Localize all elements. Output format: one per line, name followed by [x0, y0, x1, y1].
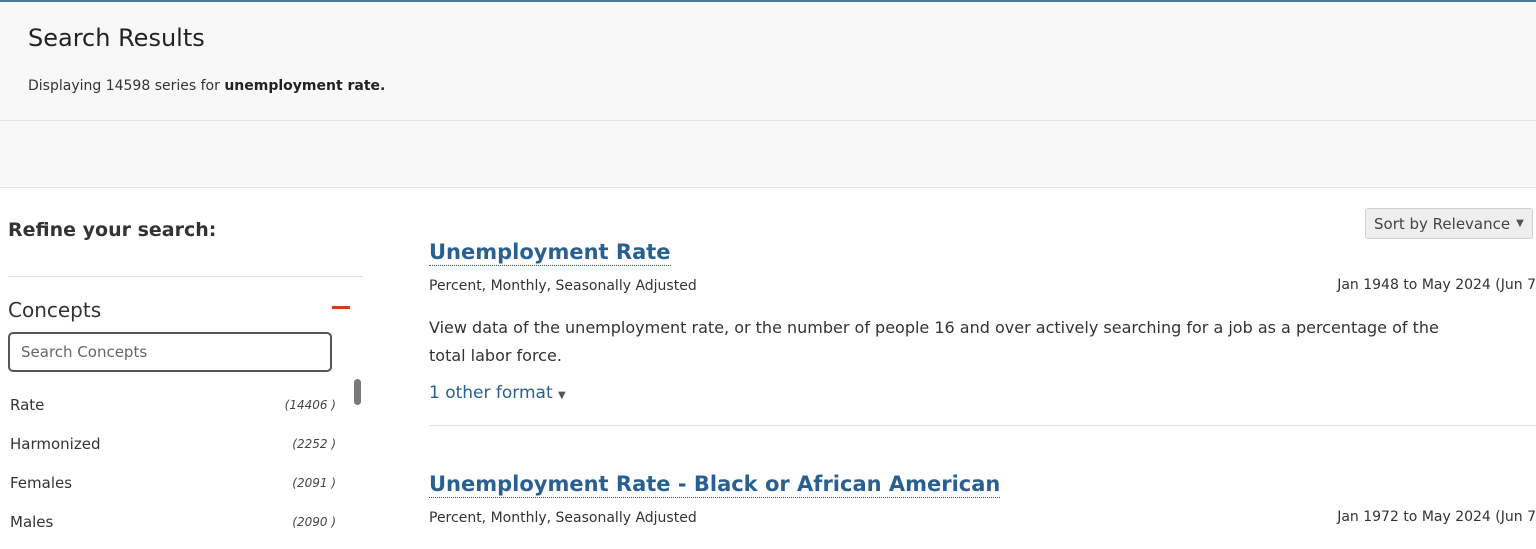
page-title: Search Results: [28, 24, 205, 52]
result-title-link[interactable]: Unemployment Rate - Black or African Ame…: [429, 472, 1001, 498]
refine-heading: Refine your search:: [8, 219, 217, 241]
results-summary: Displaying 14598 series for unemployment…: [28, 78, 385, 94]
concept-label: Rate: [10, 396, 45, 414]
concepts-title: Concepts: [8, 298, 102, 322]
caret-down-icon: ▼: [558, 390, 566, 401]
caret-down-icon: ▼: [1516, 218, 1524, 229]
search-header-band: Search Results Displaying 14598 series f…: [0, 0, 1536, 188]
concept-count: (2252 ): [292, 437, 336, 451]
search-concepts-input[interactable]: [8, 332, 332, 372]
result-title-link[interactable]: Unemployment Rate: [429, 240, 671, 266]
concept-list-scrollbar[interactable]: [354, 379, 361, 405]
other-formats-label: 1 other format: [429, 383, 553, 403]
concept-label: Males: [10, 513, 54, 531]
search-result: Unemployment Rate Percent, Monthly, Seas…: [429, 240, 1536, 430]
header-bottom-border: [0, 187, 1536, 188]
sort-dropdown[interactable]: Sort by Relevance ▼: [1365, 208, 1533, 239]
concept-label: Harmonized: [10, 435, 101, 453]
result-divider: [429, 425, 1536, 426]
concept-item-rate[interactable]: Rate (14406 ): [10, 386, 340, 425]
result-description: View data of the unemployment rate, or t…: [429, 318, 1439, 365]
other-formats-toggle[interactable]: 1 other format ▼: [429, 383, 566, 403]
result-date-range: Jan 1972 to May 2024 (Jun 7: [1337, 509, 1536, 525]
concept-label: Females: [10, 474, 73, 492]
concept-count: (2090 ): [292, 515, 336, 529]
result-units: Percent, Monthly, Seasonally Adjusted: [429, 278, 697, 294]
concept-count: (2091 ): [292, 476, 336, 490]
result-units: Percent, Monthly, Seasonally Adjusted: [429, 510, 697, 526]
search-result: Unemployment Rate - Black or African Ame…: [429, 472, 1536, 549]
concept-item-harmonized[interactable]: Harmonized (2252 ): [10, 425, 340, 464]
results-summary-text: Displaying 14598 series for: [28, 78, 220, 94]
sidebar-divider: [8, 276, 363, 277]
concept-count: (14406 ): [284, 398, 336, 412]
collapse-concepts-button[interactable]: [332, 306, 350, 309]
header-divider: [0, 120, 1536, 121]
concept-list: Rate (14406 ) Harmonized (2252 ) Females…: [10, 386, 340, 542]
concept-item-males[interactable]: Males (2090 ): [10, 503, 340, 542]
search-query: unemployment rate.: [224, 78, 386, 94]
concept-item-females[interactable]: Females (2091 ): [10, 464, 340, 503]
sort-label: Sort by Relevance: [1374, 214, 1511, 233]
result-date-range: Jan 1948 to May 2024 (Jun 7: [1337, 277, 1536, 293]
